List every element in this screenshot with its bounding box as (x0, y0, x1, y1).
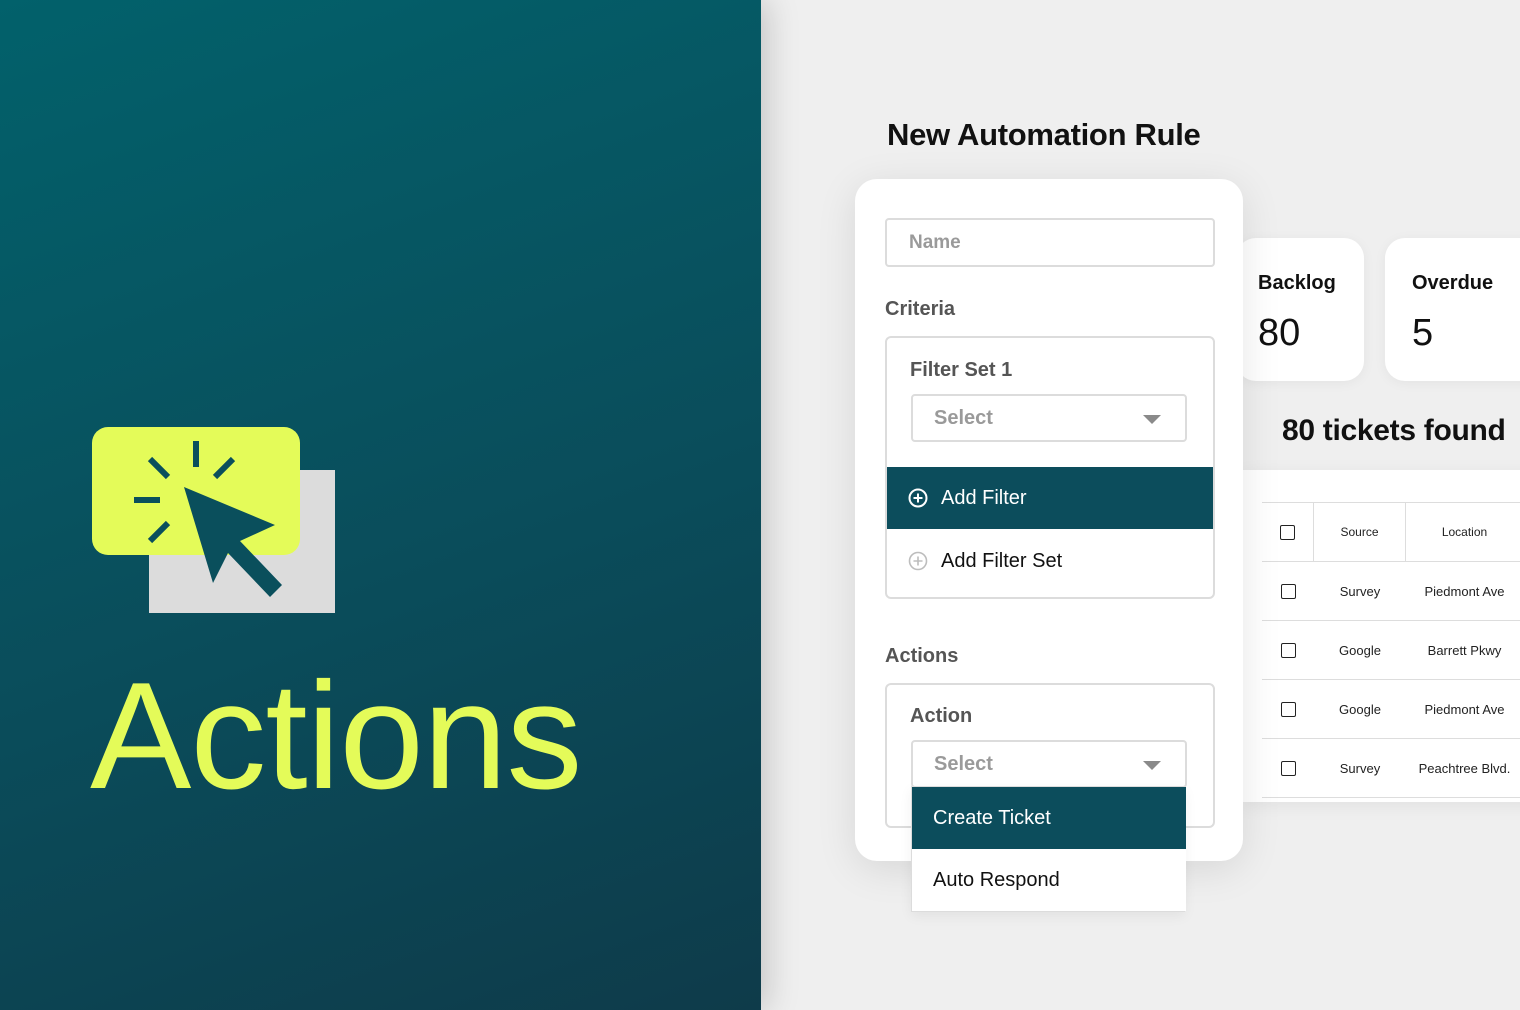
criteria-label: Criteria (885, 298, 956, 320)
hero-title: Actions (90, 651, 582, 821)
action-label: Action (910, 705, 973, 727)
page-title: New Automation Rule (887, 117, 1201, 152)
backlog-card: Backlog 80 (1236, 238, 1364, 381)
filter-select-value: Select (934, 407, 993, 429)
row-check-cell (1262, 562, 1314, 620)
filter-select[interactable]: Select (911, 394, 1187, 442)
cursor-click-icon (92, 427, 337, 615)
results-table: Source Location Survey Piedmont Ave Goog… (1262, 502, 1520, 798)
pointer-arrow-icon (134, 441, 282, 597)
filter-set-box: Filter Set 1 Select Add Filter Add Filte… (885, 336, 1215, 599)
overdue-value: 5 (1412, 312, 1434, 354)
chevron-down-icon (1143, 415, 1161, 424)
source-cell: Survey (1339, 760, 1381, 776)
option-create-ticket[interactable]: Create Ticket (912, 787, 1186, 849)
location-cell: Barrett Pkwy (1427, 642, 1502, 658)
action-dropdown-menu: Create Ticket Auto Respond (911, 786, 1186, 912)
row-checkbox[interactable] (1280, 642, 1296, 658)
plus-circle-icon (908, 551, 928, 571)
overdue-label: Overdue (1412, 272, 1494, 294)
table-row[interactable]: Google Barrett Pkwy (1262, 621, 1520, 680)
add-filter-set-button[interactable]: Add Filter Set (887, 530, 1213, 592)
backlog-label: Backlog (1258, 272, 1336, 294)
column-header-location[interactable]: Location (1406, 503, 1520, 561)
source-cell: Survey (1339, 583, 1381, 599)
actions-label: Actions (885, 645, 959, 667)
row-check-cell (1262, 739, 1314, 797)
table-row[interactable]: Google Piedmont Ave (1262, 680, 1520, 739)
table-header-row: Source Location (1262, 503, 1520, 562)
row-check-cell (1262, 621, 1314, 679)
add-filter-label: Add Filter (941, 486, 1027, 509)
option-auto-respond[interactable]: Auto Respond (912, 849, 1186, 911)
table-row[interactable]: Survey Peachtree Blvd. (1262, 739, 1520, 798)
location-cell: Piedmont Ave (1424, 701, 1505, 717)
filter-set-label: Filter Set 1 (910, 359, 1013, 381)
automation-rule-form: Criteria Filter Set 1 Select Add Filter … (855, 179, 1243, 861)
plus-circle-icon (908, 488, 928, 508)
select-all-cell (1262, 503, 1314, 561)
results-table-card: Source Location Survey Piedmont Ave Goog… (1240, 470, 1520, 802)
source-cell: Google (1339, 642, 1381, 658)
add-filter-button[interactable]: Add Filter (887, 467, 1213, 529)
overdue-card: Overdue 5 (1385, 238, 1520, 381)
chevron-down-icon (1143, 761, 1161, 770)
table-row[interactable]: Survey Piedmont Ave (1262, 562, 1520, 621)
row-checkbox[interactable] (1280, 760, 1296, 776)
source-cell: Google (1339, 701, 1381, 717)
select-all-checkbox[interactable] (1280, 524, 1295, 540)
row-check-cell (1262, 680, 1314, 738)
add-filter-set-label: Add Filter Set (941, 549, 1063, 572)
action-select-value: Select (934, 753, 993, 775)
backlog-value: 80 (1258, 312, 1301, 354)
hero-panel: Actions (0, 0, 761, 1010)
location-cell: Piedmont Ave (1424, 583, 1505, 599)
column-header-source[interactable]: Source (1314, 503, 1406, 561)
name-input[interactable] (885, 218, 1215, 267)
row-checkbox[interactable] (1280, 583, 1296, 599)
location-cell: Peachtree Blvd. (1418, 760, 1511, 776)
row-checkbox[interactable] (1280, 701, 1296, 717)
action-select[interactable]: Select (911, 740, 1187, 788)
tickets-found-count: 80 tickets found (1282, 414, 1506, 447)
